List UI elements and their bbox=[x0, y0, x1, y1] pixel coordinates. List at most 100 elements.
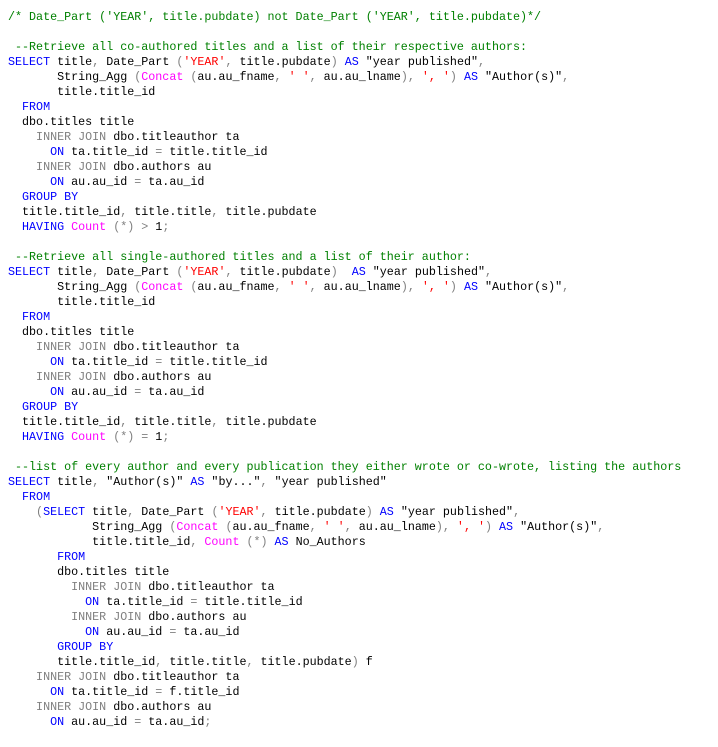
sql-identifier: "Author(s)" bbox=[99, 475, 184, 489]
sql-identifier: Date_Part bbox=[99, 265, 177, 279]
sql-function: Count bbox=[197, 535, 240, 549]
code-line: ON au.au_id = ta.au_id; bbox=[8, 715, 681, 730]
sql-identifier: String_Agg bbox=[8, 280, 135, 294]
sql-identifier: dbo.titleauthor ta bbox=[141, 580, 275, 594]
sql-operator: ( bbox=[8, 505, 44, 519]
sql-identifier: title.title_id bbox=[162, 145, 268, 159]
sql-operator: ; bbox=[162, 430, 170, 444]
sql-function: Count bbox=[64, 430, 107, 444]
sql-identifier: title.title_id bbox=[197, 595, 303, 609]
code-line: String_Agg (Concat (au.au_fname, ' ', au… bbox=[8, 280, 681, 295]
sql-identifier: dbo.titleauthor ta bbox=[106, 130, 240, 144]
sql-identifier: au.au_fname bbox=[232, 520, 310, 534]
code-line: dbo.titles title bbox=[8, 115, 681, 130]
sql-keyword: ON bbox=[8, 715, 65, 729]
code-line: --list of every author and every publica… bbox=[8, 460, 681, 475]
sql-keyword: ON bbox=[8, 625, 100, 639]
sql-operator: ), bbox=[400, 70, 415, 84]
sql-keyword: SELECT bbox=[8, 55, 51, 69]
sql-operator: INNER JOIN bbox=[8, 340, 107, 354]
sql-identifier: title.title bbox=[162, 655, 247, 669]
sql-function: Concat bbox=[141, 70, 184, 84]
sql-string: 'YEAR' bbox=[183, 265, 226, 279]
sql-string: 'YEAR' bbox=[218, 505, 261, 519]
sql-identifier: title.pubdate bbox=[218, 205, 317, 219]
sql-identifier: ta.au_id bbox=[141, 175, 205, 189]
sql-operator: , bbox=[477, 55, 485, 69]
code-line: INNER JOIN dbo.titleauthor ta bbox=[8, 130, 681, 145]
sql-comment: --Retrieve all co-authored titles and a … bbox=[8, 40, 528, 54]
sql-identifier: title bbox=[50, 265, 93, 279]
sql-keyword: FROM bbox=[8, 310, 51, 324]
sql-function: Concat bbox=[141, 280, 184, 294]
sql-code-editor[interactable]: /* Date_Part ('YEAR', title.pubdate) not… bbox=[8, 10, 681, 730]
code-line: INNER JOIN dbo.authors au bbox=[8, 610, 681, 625]
code-line: String_Agg (Concat (au.au_fname, ' ', au… bbox=[8, 520, 681, 535]
sql-string: ' ' bbox=[316, 520, 345, 534]
code-line: INNER JOIN dbo.titleauthor ta bbox=[8, 340, 681, 355]
code-line: FROM bbox=[8, 550, 681, 565]
code-line: SELECT title, Date_Part ('YEAR', title.p… bbox=[8, 55, 681, 70]
code-line: ON ta.title_id = title.title_id bbox=[8, 145, 681, 160]
sql-string: 'YEAR' bbox=[183, 55, 226, 69]
code-line: ON au.au_id = ta.au_id bbox=[8, 625, 681, 640]
sql-identifier: f.title_id bbox=[162, 685, 240, 699]
sql-keyword: ON bbox=[8, 145, 65, 159]
code-line: FROM bbox=[8, 100, 681, 115]
sql-keyword: AS bbox=[337, 265, 366, 279]
sql-identifier: "year published" bbox=[393, 505, 514, 519]
sql-keyword: SELECT bbox=[43, 505, 86, 519]
sql-operator: , bbox=[562, 280, 570, 294]
sql-identifier: title bbox=[50, 475, 93, 489]
sql-operator: INNER JOIN bbox=[8, 700, 107, 714]
sql-operator: , bbox=[274, 280, 282, 294]
sql-operator: ), bbox=[400, 280, 415, 294]
code-line: INNER JOIN dbo.authors au bbox=[8, 370, 681, 385]
sql-identifier: dbo.authors au bbox=[106, 700, 212, 714]
code-line: INNER JOIN dbo.titleauthor ta bbox=[8, 670, 681, 685]
code-line: --Retrieve all single-authored titles an… bbox=[8, 250, 681, 265]
sql-operator: , bbox=[485, 265, 493, 279]
sql-string: ' ' bbox=[281, 280, 310, 294]
sql-operator: , bbox=[260, 475, 268, 489]
sql-operator: INNER JOIN bbox=[8, 130, 107, 144]
sql-keyword: HAVING bbox=[8, 220, 65, 234]
code-line: INNER JOIN dbo.titleauthor ta bbox=[8, 580, 681, 595]
code-line: ON ta.title_id = title.title_id bbox=[8, 595, 681, 610]
sql-operator: , bbox=[344, 520, 352, 534]
code-line: SELECT title, Date_Part ('YEAR', title.p… bbox=[8, 265, 681, 280]
sql-identifier: title.pubdate bbox=[218, 415, 317, 429]
sql-string: ', ' bbox=[414, 280, 450, 294]
sql-operator: ) bbox=[330, 265, 338, 279]
sql-operator: ) bbox=[351, 655, 359, 669]
sql-keyword: AS bbox=[337, 55, 359, 69]
sql-identifier: dbo.titleauthor ta bbox=[106, 670, 240, 684]
sql-identifier: title.title bbox=[127, 415, 212, 429]
sql-comment: --list of every author and every publica… bbox=[8, 460, 682, 474]
sql-keyword: AS bbox=[372, 505, 394, 519]
sql-operator: ) bbox=[449, 70, 457, 84]
sql-identifier: title.pubdate bbox=[232, 265, 331, 279]
sql-keyword: ON bbox=[8, 385, 65, 399]
code-line: dbo.titles title bbox=[8, 565, 681, 580]
sql-identifier: title.title_id bbox=[8, 535, 191, 549]
code-line: title.title_id bbox=[8, 85, 681, 100]
code-line: dbo.titles title bbox=[8, 325, 681, 340]
sql-identifier: title.title_id bbox=[162, 355, 268, 369]
code-line: title.title_id, title.title, title.pubda… bbox=[8, 205, 681, 220]
sql-operator: INNER JOIN bbox=[8, 610, 142, 624]
code-line: title.title_id, title.title, title.pubda… bbox=[8, 655, 681, 670]
sql-string: ' ' bbox=[281, 70, 310, 84]
code-line: ON au.au_id = ta.au_id bbox=[8, 175, 681, 190]
sql-function: Count bbox=[64, 220, 107, 234]
sql-keyword: ON bbox=[8, 175, 65, 189]
sql-keyword: FROM bbox=[8, 550, 86, 564]
sql-identifier: title.title_id bbox=[8, 415, 121, 429]
sql-operator: ), bbox=[435, 520, 450, 534]
sql-identifier: 1 bbox=[148, 430, 163, 444]
code-line: title.title_id, title.title, title.pubda… bbox=[8, 415, 681, 430]
sql-identifier: title bbox=[85, 505, 128, 519]
sql-keyword: AS bbox=[456, 70, 478, 84]
code-line: HAVING Count (*) > 1; bbox=[8, 220, 681, 235]
sql-function: Concat bbox=[176, 520, 219, 534]
